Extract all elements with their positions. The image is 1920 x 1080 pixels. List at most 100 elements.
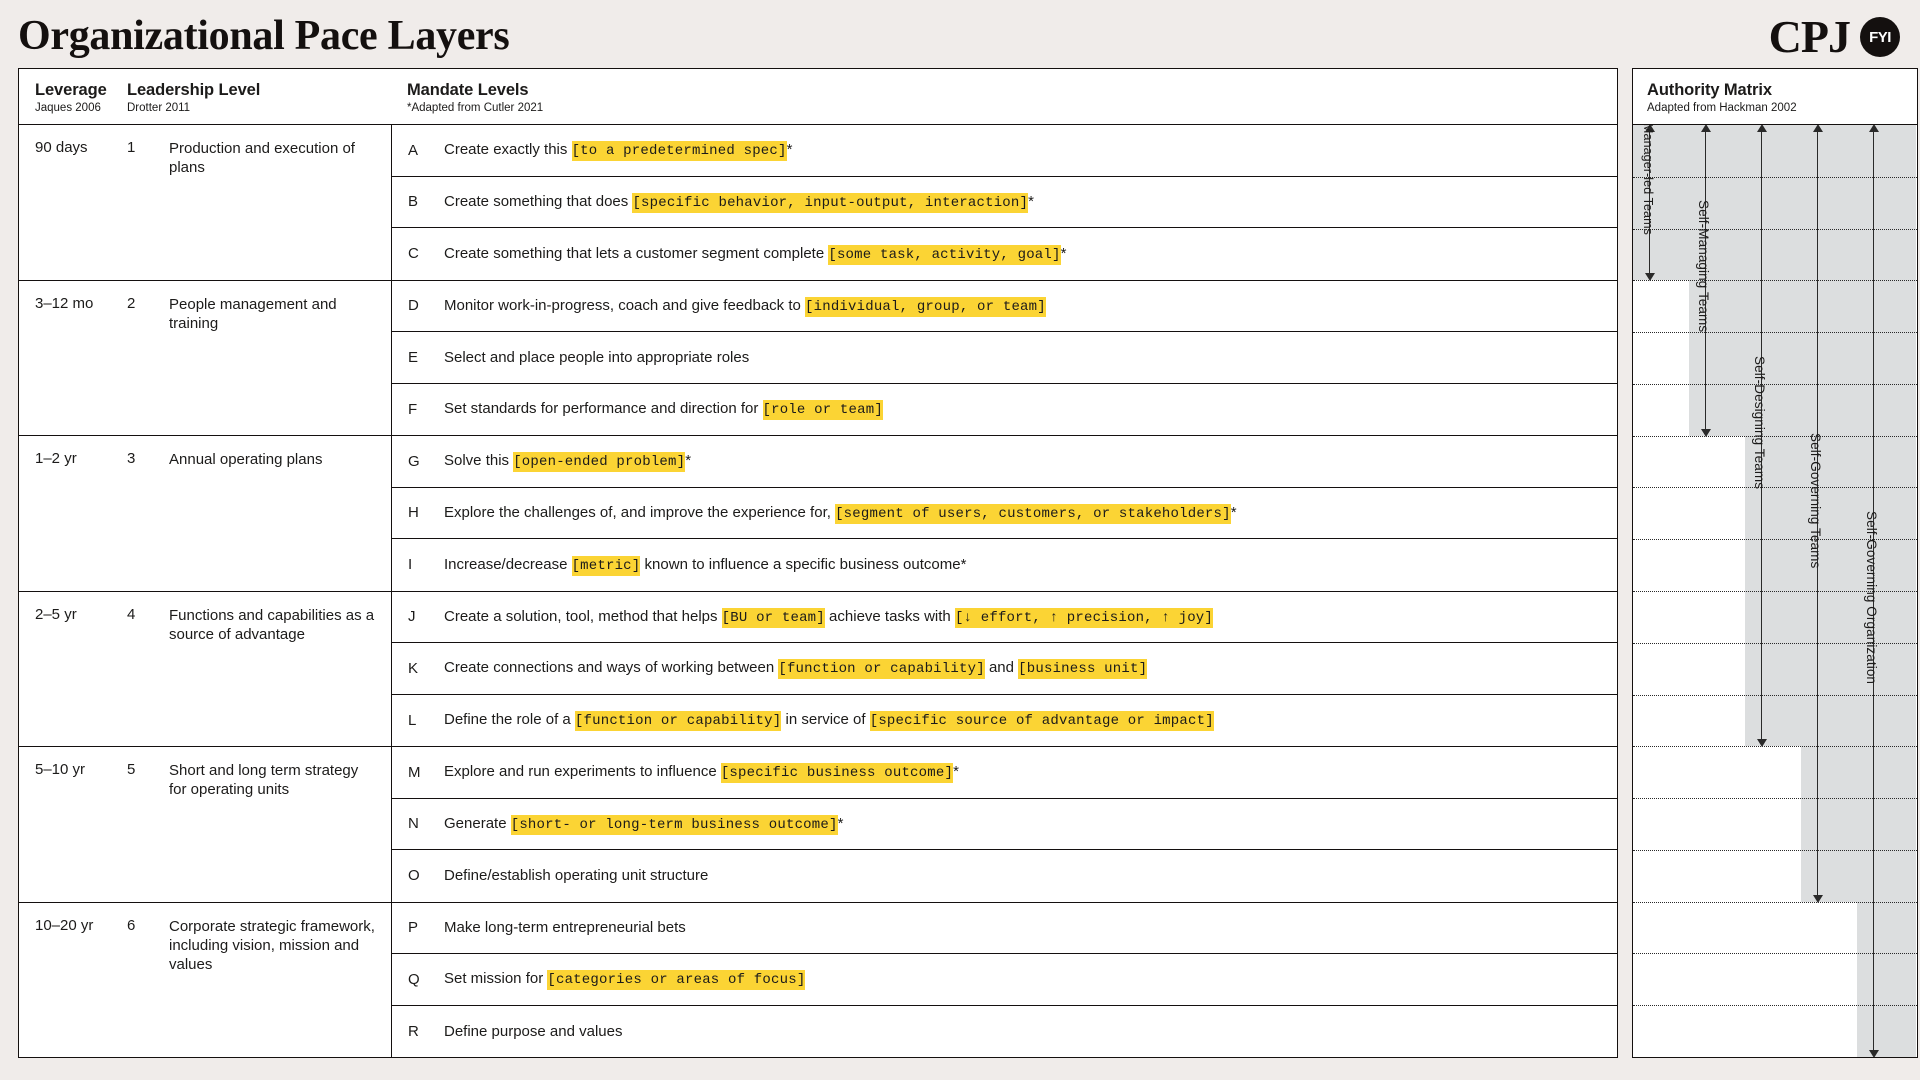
leadership-level-value: 3 <box>127 450 136 467</box>
authority-matrix-header: Authority Matrix Adapted from Hackman 20… <box>1633 69 1917 125</box>
mandate-letter: N <box>408 815 419 833</box>
mandate-row: J Create a solution, tool, method that he… <box>392 592 1617 643</box>
mandate-letter: I <box>408 556 413 574</box>
matrix-grid-line <box>1633 798 1917 800</box>
mandate-placeholder-token: [metric] <box>571 555 641 576</box>
pace-layer-meta: 3–12 mo 2 People management and training <box>19 281 391 436</box>
mandate-text-segment: Increase/decrease <box>444 555 572 573</box>
column-subtitle: *Adapted from Cutler 2021 <box>407 102 544 114</box>
mandate-row: N Generate [short- or long-term business … <box>392 799 1617 850</box>
mandate-text: Explore the challenges of, and improve t… <box>444 503 1237 524</box>
mandate-row: A Create exactly this [to a predetermined… <box>392 125 1617 177</box>
pace-layer-meta: 10–20 yr 6 Corporate strategic framework, … <box>19 903 391 1058</box>
mandate-row: G Solve this [open-ended problem]* <box>392 436 1617 488</box>
mandate-text-segment: * <box>837 814 844 832</box>
mandate-row: R Define purpose and values <box>392 1006 1617 1058</box>
mandate-text: Define the role of a [function or capabi… <box>444 711 1214 732</box>
mandate-text-segment: * <box>1060 244 1067 262</box>
mandate-text-segment: * <box>786 141 793 159</box>
band-label: Manager-led Teams <box>1641 125 1655 235</box>
mandate-text: Generate [short- or long-term business o… <box>444 814 844 835</box>
mandate-letter: C <box>408 245 419 263</box>
leverage-value: 10–20 yr <box>35 916 94 934</box>
mandate-letter: P <box>408 919 419 937</box>
leverage-value: 90 days <box>35 139 88 156</box>
page-title: Organizational Pace Layers <box>18 13 510 59</box>
matrix-grid-line <box>1633 383 1917 385</box>
mandate-row: K Create connections and ways of working … <box>392 643 1617 695</box>
mandate-text-segment: Explore and run experiments to influence <box>444 763 721 781</box>
leadership-level-description: Corporate strategic framework, including… <box>169 917 375 973</box>
mandate-placeholder-token: [to a predetermined spec] <box>571 141 787 162</box>
mandate-letter: B <box>408 193 419 211</box>
mandate-text: Create a solution, tool, method that hel… <box>444 607 1213 628</box>
mandate-rows: M Explore and run experiments to influenc… <box>391 747 1617 902</box>
mandate-text-segment: Create connections and ways of working b… <box>444 659 779 677</box>
table-header-row: Leverage Jaques 2006 Leadership Level Dr… <box>19 69 1617 125</box>
mandate-placeholder-token: [role or team] <box>762 400 883 421</box>
pace-layer-group: 90 days 1 Production and execution of plan… <box>19 125 1617 281</box>
mandate-text: Set standards for performance and direct… <box>444 400 883 421</box>
leverage-value: 3–12 mo <box>35 294 94 312</box>
band-arrow-head-down <box>1869 1050 1879 1057</box>
mandate-text-segment: known to influence a specific business o… <box>640 555 967 573</box>
band-label: Self-Managing Teams <box>1696 200 1711 333</box>
mandate-text-segment: Create a solution, tool, method that hel… <box>444 607 722 625</box>
matrix-grid-line <box>1633 176 1917 178</box>
mandate-letter: R <box>408 1022 419 1040</box>
mandate-placeholder-token: [some task, activity, goal] <box>828 244 1061 265</box>
band-arrow-head-down <box>1645 273 1655 282</box>
authority-matrix-subtitle: Adapted from Hackman 2002 <box>1647 102 1797 114</box>
mandate-row: O Define/establish operating unit structu… <box>392 850 1617 902</box>
mandate-text-segment: Set mission for <box>444 970 548 988</box>
leadership-level-description: Annual operating plans <box>169 451 323 468</box>
mandate-placeholder-token: [↓ effort, ↑ precision, ↑ joy] <box>954 607 1213 628</box>
mandate-placeholder-token: [business unit] <box>1018 659 1148 680</box>
mandate-row: F Set standards for performance and direc… <box>392 384 1617 436</box>
mandate-text-segment: Create something that lets a customer se… <box>444 244 829 262</box>
matrix-grid-line <box>1633 487 1917 489</box>
column-header-leverage: Leverage Jaques 2006 <box>19 81 127 124</box>
matrix-grid-line <box>1633 746 1917 748</box>
pace-layer-group: 2–5 yr 4 Functions and capabilities as a s… <box>19 591 1617 747</box>
mandate-letter: G <box>408 452 420 470</box>
brand-wordmark: CPJ <box>1768 11 1851 62</box>
band-label: Self-Governing Teams <box>1808 433 1823 569</box>
column-title: Mandate Levels <box>407 81 529 99</box>
authority-matrix-title: Authority Matrix <box>1647 81 1772 99</box>
mandate-letter: K <box>408 659 419 677</box>
pace-layer-meta: 5–10 yr 5 Short and long term strategy for… <box>19 747 391 902</box>
mandate-text-segment: in service of <box>781 711 870 729</box>
mandate-text-segment: * <box>1230 503 1237 521</box>
mandate-text-segment: * <box>953 763 959 781</box>
matrix-grid-line <box>1633 280 1917 282</box>
mandate-placeholder-token: [short- or long-term business outcome] <box>510 814 838 835</box>
matrix-grid-line <box>1633 849 1917 851</box>
mandate-rows: G Solve this [open-ended problem]* H Explor… <box>391 436 1617 591</box>
page-root: Organizational Pace Layers CPJ FYI Lever… <box>0 0 1920 1080</box>
mandate-text: Monitor work-in-progress, coach and give… <box>444 296 1046 317</box>
mandate-placeholder-token: [open-ended problem] <box>513 452 686 473</box>
mandate-text: Define purpose and values <box>444 1023 622 1040</box>
mandate-text-segment: Make long-term entrepreneurial bets <box>444 919 686 937</box>
pace-layer-group: 10–20 yr 6 Corporate strategic framework, … <box>19 902 1617 1058</box>
leadership-level-description: People management and training <box>169 295 337 332</box>
mandate-placeholder-token: [BU or team] <box>721 607 825 628</box>
mandate-letter: L <box>408 711 417 729</box>
mandate-text: Create something that lets a customer se… <box>444 244 1067 265</box>
leadership-level-description: Functions and capabilities as a source o… <box>169 606 375 643</box>
leverage-value: 1–2 yr <box>35 450 77 467</box>
mandate-row: I Increase/decrease [metric] known to inf… <box>392 539 1617 591</box>
mandate-text: Make long-term entrepreneurial bets <box>444 919 686 936</box>
band-label: Self-Governing Organization <box>1864 511 1879 685</box>
mandate-text: Create something that does [specific beh… <box>444 192 1034 213</box>
table-body: 90 days 1 Production and execution of plan… <box>19 125 1617 1057</box>
pace-layers-table: Leverage Jaques 2006 Leadership Level Dr… <box>18 68 1618 1058</box>
pace-layer-group: 1–2 yr 3 Annual operating plans G Solve this… <box>19 436 1617 592</box>
mandate-letter: J <box>408 608 416 626</box>
mandate-text: Increase/decrease [metric] known to infl… <box>444 555 967 576</box>
mandate-placeholder-token: [specific source of advantage or impact] <box>869 711 1214 732</box>
leadership-level-description: Production and execution of plans <box>169 140 355 177</box>
matrix-grid-line <box>1633 435 1917 437</box>
leadership-level-value: 6 <box>127 916 136 934</box>
